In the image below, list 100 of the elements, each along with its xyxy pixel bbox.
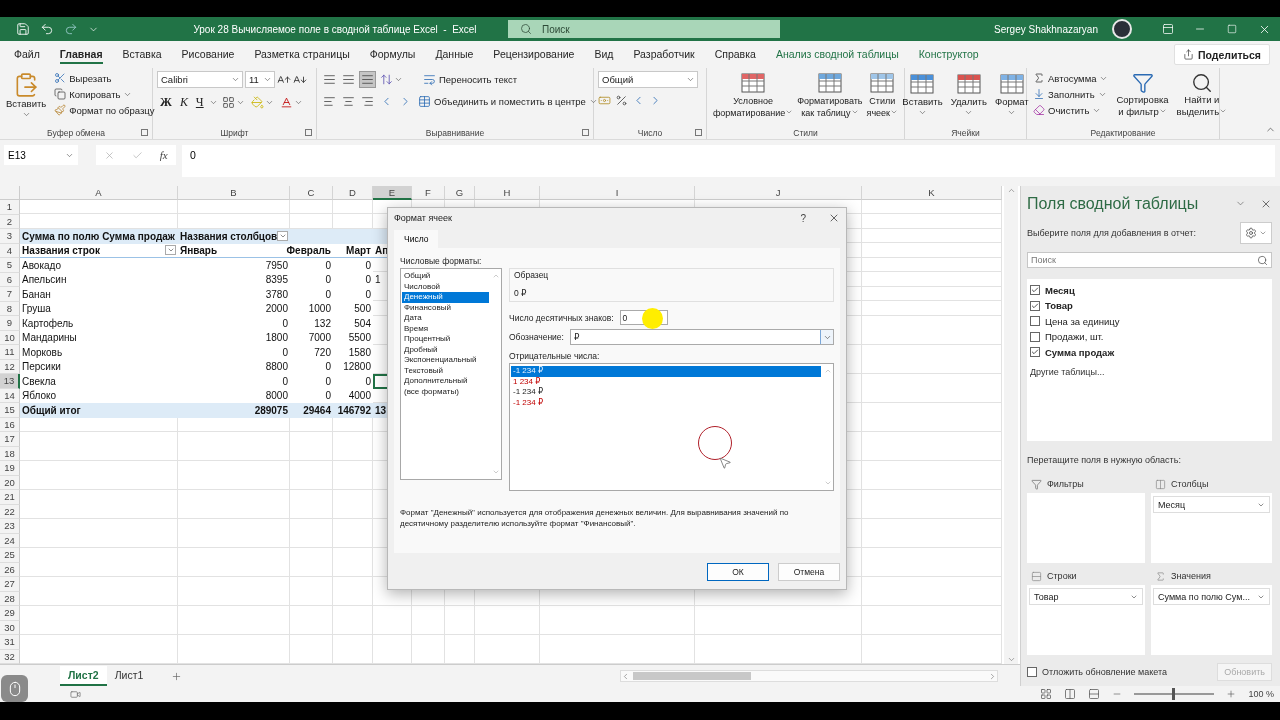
- styles-button[interactable]: Стили ячеек: [866, 71, 899, 119]
- format-list-item[interactable]: Дополнительный: [402, 376, 489, 387]
- scrollbar[interactable]: [1004, 186, 1018, 664]
- cells-button[interactable]: Формат: [992, 71, 1031, 118]
- format-list-item[interactable]: (все форматы): [402, 386, 489, 397]
- italic-button[interactable]: К: [176, 95, 191, 110]
- ribbon-tab[interactable]: Файл: [14, 45, 40, 64]
- column-header[interactable]: I: [540, 186, 695, 200]
- dialog-tab[interactable]: Число: [394, 230, 439, 248]
- row-header[interactable]: 9: [0, 316, 20, 331]
- merge-button[interactable]: Объединить и поместить в центре: [416, 94, 600, 109]
- sheet-tab[interactable]: Лист1: [106, 666, 152, 686]
- row-header[interactable]: 19: [0, 461, 20, 476]
- field-checkbox[interactable]: [1030, 300, 1040, 311]
- font-name-field[interactable]: Calibri: [157, 71, 243, 88]
- area-field[interactable]: Сумма по полю Сум...: [1153, 588, 1270, 605]
- format-list-item[interactable]: Процентный: [402, 334, 489, 345]
- format-list-item[interactable]: Текстовый: [402, 365, 489, 376]
- column-header[interactable]: A: [20, 186, 178, 200]
- styles-button[interactable]: Форматировать как таблицу: [797, 71, 863, 119]
- row-header[interactable]: 31: [0, 635, 20, 650]
- ribbon-tab[interactable]: Конструктор: [918, 45, 979, 64]
- column-header[interactable]: D: [333, 186, 373, 200]
- column-header[interactable]: K: [862, 186, 1002, 200]
- more-tables-link[interactable]: Другие таблицы...: [1030, 366, 1269, 377]
- wrap-text-button[interactable]: Переносить текст: [421, 72, 520, 87]
- format-list-item[interactable]: Дата: [402, 313, 489, 324]
- number-format-field[interactable]: Общий: [598, 71, 698, 88]
- row-header[interactable]: 25: [0, 548, 20, 563]
- find-select-button[interactable]: Найти и выделить: [1174, 71, 1230, 119]
- close-button[interactable]: [828, 212, 840, 224]
- ribbon-tab[interactable]: Рисование: [181, 45, 235, 64]
- field-checkbox[interactable]: [1030, 285, 1040, 296]
- area-field[interactable]: Товар: [1029, 588, 1143, 605]
- search-field[interactable]: Поиск: [508, 20, 780, 38]
- ribbon-tab[interactable]: Справка: [714, 45, 756, 64]
- styles-button[interactable]: Условное форматирование: [712, 71, 794, 119]
- format-list-item[interactable]: Время: [402, 323, 489, 334]
- search-field[interactable]: Поиск: [1027, 252, 1272, 268]
- negative-format-item[interactable]: -1 234 ₽: [511, 387, 821, 398]
- ribbon-tab[interactable]: Вставка: [122, 45, 162, 64]
- column-header[interactable]: E: [373, 186, 412, 200]
- row-header[interactable]: 23: [0, 519, 20, 534]
- row-header[interactable]: 1: [0, 200, 20, 215]
- format-list-item[interactable]: Экспоненциальный: [402, 355, 489, 366]
- autosum-button[interactable]: Автосумма: [1031, 71, 1111, 85]
- ribbon-tab[interactable]: Разметка страницы: [254, 45, 350, 64]
- row-header[interactable]: 13: [0, 374, 20, 389]
- column-header[interactable]: F: [412, 186, 445, 200]
- dialog-launcher[interactable]: [582, 129, 589, 136]
- row-header[interactable]: 3: [0, 229, 20, 244]
- column-header[interactable]: J: [695, 186, 862, 200]
- column-header[interactable]: G: [445, 186, 475, 200]
- ribbon-tab[interactable]: Разработчик: [633, 45, 695, 64]
- name-box[interactable]: E13: [4, 145, 78, 165]
- defer-checkbox[interactable]: [1027, 667, 1037, 677]
- slider-thumb[interactable]: [1172, 688, 1176, 700]
- cells-button[interactable]: Удалить: [948, 71, 989, 118]
- paste-button[interactable]: Вставить: [4, 71, 49, 120]
- format-list-item[interactable]: Денежный: [402, 292, 489, 303]
- field-checkbox[interactable]: [1030, 347, 1040, 358]
- dialog-launcher[interactable]: [141, 129, 148, 136]
- row-header[interactable]: 11: [0, 345, 20, 360]
- row-header[interactable]: 5: [0, 258, 20, 273]
- field-checkbox[interactable]: [1030, 331, 1040, 342]
- row-header[interactable]: 17: [0, 432, 20, 447]
- row-header[interactable]: 29: [0, 606, 20, 621]
- filter-dropdown-button[interactable]: [277, 231, 288, 242]
- row-header[interactable]: 27: [0, 577, 20, 592]
- negative-format-item[interactable]: 1 234 ₽: [511, 376, 821, 387]
- cells-button[interactable]: Вставить: [900, 71, 945, 118]
- scrollbar[interactable]: [620, 670, 998, 682]
- ribbon-tab[interactable]: Формулы: [369, 45, 416, 64]
- dialog-launcher[interactable]: [695, 129, 702, 136]
- settings-button[interactable]: [1240, 222, 1272, 244]
- format-painter-button[interactable]: Формат по образцу: [52, 103, 157, 117]
- copy-button[interactable]: Копировать: [52, 87, 157, 101]
- filter-dropdown-button[interactable]: [165, 245, 176, 256]
- ribbon-tab[interactable]: Данные: [435, 45, 474, 64]
- formula-input[interactable]: 0: [182, 145, 1275, 177]
- row-header[interactable]: 7: [0, 287, 20, 302]
- symbol-field[interactable]: ₽: [569, 329, 834, 345]
- sort-filter-button[interactable]: Сортировка и фильтр: [1114, 71, 1171, 119]
- format-list-item[interactable]: Дробный: [402, 344, 489, 355]
- dialog-launcher[interactable]: [305, 129, 312, 136]
- column-header[interactable]: H: [475, 186, 540, 200]
- fill-button[interactable]: Заполнить: [1031, 87, 1111, 101]
- column-header[interactable]: B: [178, 186, 290, 200]
- negative-format-item[interactable]: -1 234 ₽: [511, 397, 821, 408]
- ribbon-tab[interactable]: Главная: [59, 45, 103, 64]
- row-header[interactable]: 21: [0, 490, 20, 505]
- format-list-item[interactable]: Финансовый: [402, 302, 489, 313]
- row-header[interactable]: 15: [0, 403, 20, 418]
- area-field[interactable]: Месяц: [1153, 496, 1270, 513]
- ribbon-tab[interactable]: Вид: [594, 45, 614, 64]
- field-checkbox[interactable]: [1030, 316, 1040, 327]
- font-size-field[interactable]: 11: [245, 71, 275, 88]
- sheet-tab[interactable]: Лист2: [60, 666, 107, 686]
- insert-function-button[interactable]: fx: [159, 149, 168, 161]
- ok-button[interactable]: ОК: [707, 563, 769, 581]
